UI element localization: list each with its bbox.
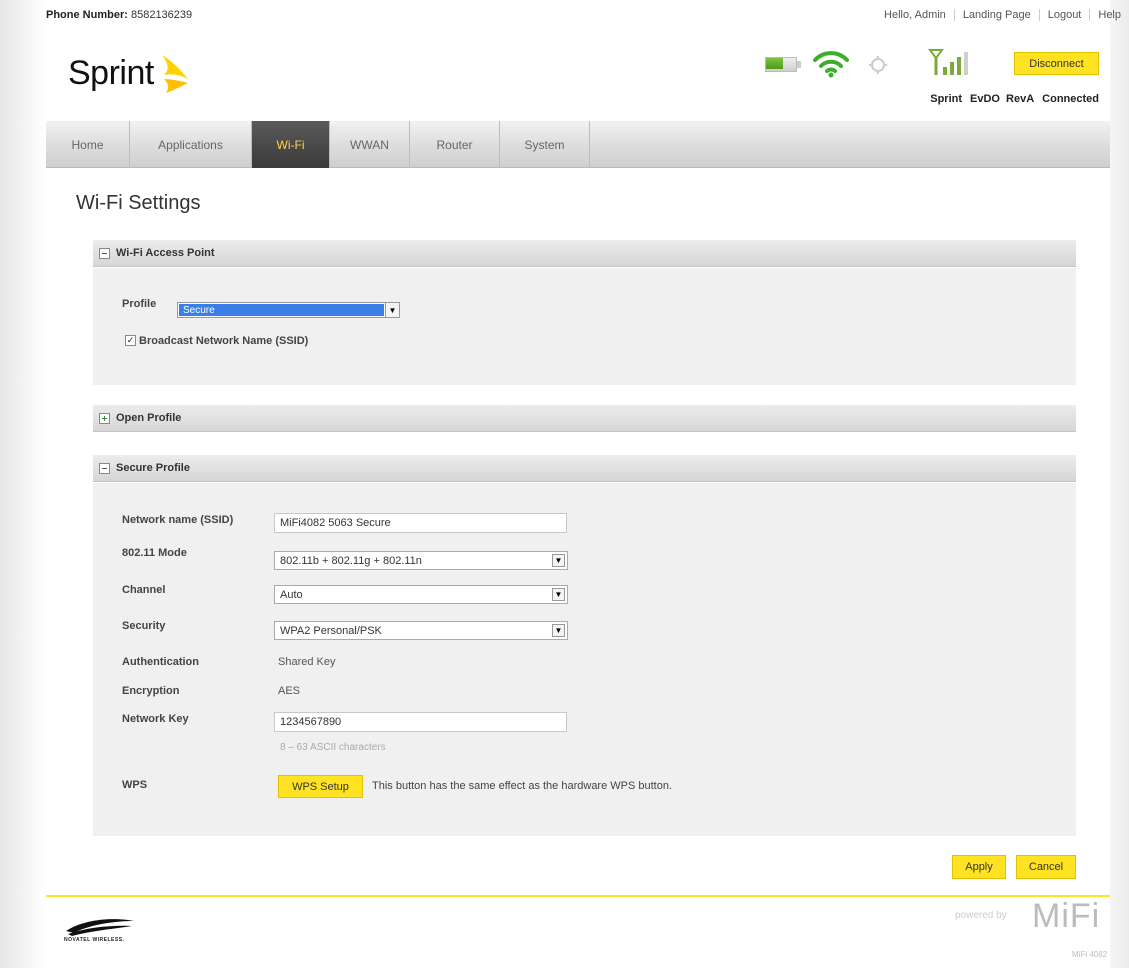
tab-home[interactable]: Home: [46, 121, 130, 168]
powered-by-text: powered by: [955, 910, 1007, 921]
channel-selected-value: Auto: [280, 588, 303, 601]
ssid-label: Network name (SSID): [122, 514, 234, 526]
logo-text: Sprint: [68, 53, 154, 92]
channel-label: Channel: [122, 584, 166, 596]
tab-system[interactable]: System: [500, 121, 590, 168]
chevron-down-icon[interactable]: ▼: [552, 554, 565, 567]
authentication-label: Authentication: [122, 656, 199, 668]
top-links: Hello, Admin Landing Page Logout Help: [876, 9, 1129, 21]
profile-selected-value: Secure: [179, 304, 384, 316]
main-nav: Home Applications Wi-Fi WWAN Router Syst…: [46, 121, 1110, 168]
network-key-input[interactable]: [274, 712, 567, 732]
chevron-down-icon[interactable]: ▼: [552, 588, 565, 601]
cancel-button[interactable]: Cancel: [1016, 855, 1076, 879]
tab-router[interactable]: Router: [410, 121, 500, 168]
sprint-logo: Sprint: [68, 48, 194, 98]
wifi-icon: [813, 51, 849, 78]
open-profile-header[interactable]: Open Profile: [93, 405, 1076, 432]
open-profile-title: Open Profile: [116, 412, 182, 424]
novatel-logo: NOVATEL WIRELESS.: [64, 917, 144, 947]
access-point-header[interactable]: Wi-Fi Access Point: [93, 240, 1076, 267]
connection-status: Sprint EvDO RevA Connected: [922, 93, 1099, 105]
broadcast-ssid-label: Broadcast Network Name (SSID): [139, 335, 309, 347]
expand-icon[interactable]: [99, 412, 110, 424]
gps-icon: [869, 56, 887, 74]
phone-number: Phone Number: 8582136239: [46, 9, 192, 21]
mode-select[interactable]: 802.11b + 802.11g + 802.11n ▼: [274, 551, 568, 570]
security-label: Security: [122, 620, 166, 632]
collapse-icon[interactable]: [99, 247, 110, 259]
wps-label: WPS: [122, 779, 148, 791]
authentication-value: Shared Key: [278, 656, 336, 668]
channel-select[interactable]: Auto ▼: [274, 585, 568, 604]
mifi-model: MiFi 4082: [1072, 950, 1108, 959]
disconnect-button[interactable]: Disconnect: [1014, 52, 1099, 75]
tab-applications[interactable]: Applications: [130, 121, 252, 168]
security-selected-value: WPA2 Personal/PSK: [280, 624, 382, 637]
sprint-wing-icon: [161, 55, 188, 93]
apply-button[interactable]: Apply: [952, 855, 1006, 879]
secure-profile-title: Secure Profile: [116, 462, 190, 474]
chevron-down-icon[interactable]: ▼: [552, 624, 565, 637]
network-type: EvDO RevA: [970, 93, 1035, 105]
novatel-logo-text: NOVATEL WIRELESS.: [64, 937, 125, 943]
greeting: Hello, Admin: [884, 9, 946, 21]
page-title: Wi-Fi Settings: [76, 192, 201, 214]
access-point-body: [93, 268, 1076, 385]
connection-state: Connected: [1042, 93, 1099, 105]
mode-selected-value: 802.11b + 802.11g + 802.11n: [280, 554, 422, 567]
encryption-value: AES: [278, 685, 301, 697]
wps-description: This button has the same effect as the h…: [372, 780, 673, 792]
access-point-title: Wi-Fi Access Point: [116, 247, 215, 259]
novatel-swoosh-icon: [66, 919, 134, 936]
broadcast-ssid-checkbox[interactable]: ✓: [125, 335, 136, 346]
signal-strength-icon: [928, 49, 968, 75]
footer-divider: [46, 895, 1110, 897]
phone-value: 8582136239: [130, 9, 193, 21]
secure-profile-header[interactable]: Secure Profile: [93, 455, 1076, 482]
battery-icon: [765, 57, 801, 72]
landing-page-link[interactable]: Landing Page: [963, 9, 1031, 21]
phone-label: Phone Number:: [46, 9, 128, 21]
ssid-input[interactable]: [274, 513, 567, 533]
network-key-hint: 8 – 63 ASCII characters: [280, 742, 386, 753]
profile-label: Profile: [122, 298, 157, 310]
security-select[interactable]: WPA2 Personal/PSK ▼: [274, 621, 568, 640]
mode-label: 802.11 Mode: [122, 547, 187, 559]
help-link[interactable]: Help: [1098, 9, 1121, 21]
chevron-down-icon[interactable]: ▼: [385, 303, 399, 317]
profile-select[interactable]: Secure ▼: [177, 302, 400, 318]
tab-wifi[interactable]: Wi-Fi: [252, 121, 330, 168]
network-key-label: Network Key: [122, 713, 189, 725]
collapse-icon[interactable]: [99, 462, 110, 474]
mifi-logo: MiFi: [1032, 897, 1101, 935]
logout-link[interactable]: Logout: [1048, 9, 1082, 21]
wps-setup-button[interactable]: WPS Setup: [278, 775, 363, 798]
tab-wwan[interactable]: WWAN: [330, 121, 410, 168]
carrier-name: Sprint: [930, 93, 963, 105]
encryption-label: Encryption: [122, 685, 180, 697]
